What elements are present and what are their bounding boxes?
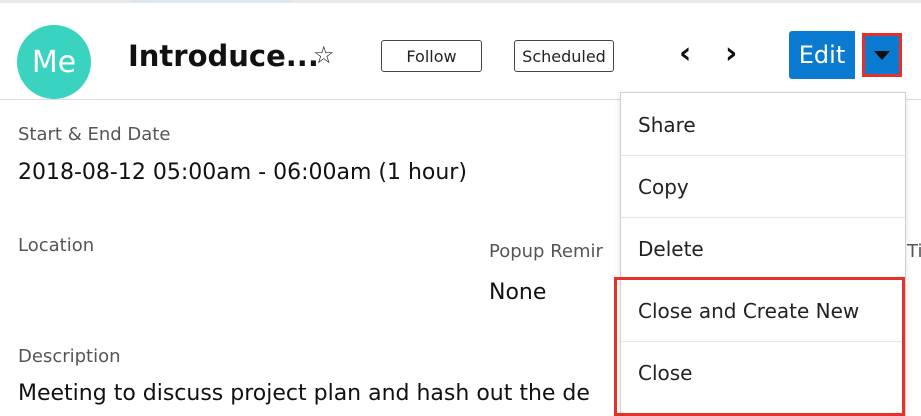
menu-item-share[interactable]: Share <box>621 94 905 156</box>
star-icon[interactable]: ☆ <box>313 41 335 69</box>
actions-menu: Share Copy Delete Close and Create New C… <box>620 92 906 416</box>
menu-item-copy[interactable]: Copy <box>621 156 905 218</box>
clipped-field-label: Ti <box>907 241 921 262</box>
record-header: Me Introduce... ☆ Follow Scheduled ‹ › E… <box>0 3 921 99</box>
chevron-left-icon[interactable]: ‹ <box>679 36 691 71</box>
description-label: Description <box>18 346 121 367</box>
follow-button[interactable]: Follow <box>381 40 482 72</box>
start-end-label: Start & End Date <box>18 124 171 145</box>
menu-item-delete[interactable]: Delete <box>621 218 905 280</box>
location-label: Location <box>18 235 95 256</box>
start-end-value: 2018-08-12 05:00am - 06:00am (1 hour) <box>18 160 467 185</box>
popup-reminder-value: None <box>489 280 547 305</box>
status-badge[interactable]: Scheduled <box>514 40 614 72</box>
record-title: Introduce... <box>128 39 319 73</box>
actions-dropdown-button[interactable] <box>862 33 902 77</box>
menu-item-close[interactable]: Close <box>621 342 905 404</box>
edit-button[interactable]: Edit <box>789 31 855 79</box>
avatar: Me <box>17 25 91 99</box>
caret-down-icon <box>874 50 890 60</box>
chevron-right-icon[interactable]: › <box>725 36 737 71</box>
popup-reminder-label: Popup Remir <box>489 241 603 262</box>
description-value: Meeting to discuss project plan and hash… <box>18 381 590 406</box>
menu-item-close-and-create-new[interactable]: Close and Create New <box>621 280 905 342</box>
